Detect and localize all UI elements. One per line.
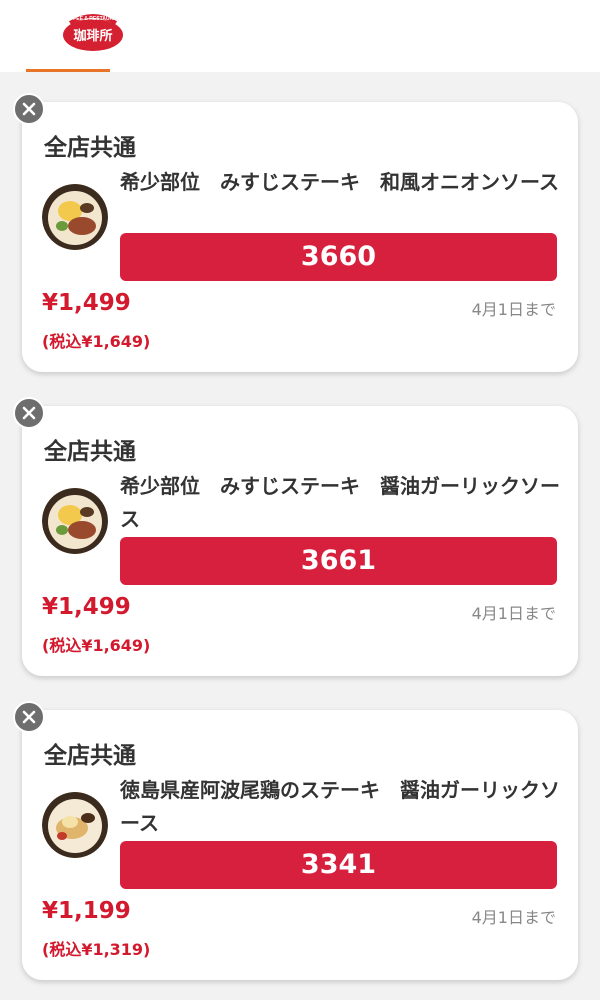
top-header: COFFEE & RESTAURANT 珈琲所 [0,0,600,72]
coupon-scope: 全店共通 [44,439,136,465]
coupon-title: 徳島県産阿波尾鶏のステーキ 醤油ガーリックソース [120,778,560,835]
coupon-price-tax-included: (税込¥1,319) [42,940,151,959]
svg-text:COFFEE & RESTAURANT: COFFEE & RESTAURANT [63,16,124,22]
coupon-title: 希少部位 みすじステーキ 醤油ガーリックソース [120,474,560,531]
coupon-expiry: 4月1日まで [471,604,556,623]
steak-dish-icon [42,488,108,554]
coupon-title: 希少部位 みすじステーキ 和風オニオンソース [120,170,559,194]
coupon-card[interactable]: 全店共通 徳島県産阿波尾鶏のステーキ 醤油ガーリックソース 3341 ¥1,19… [13,701,578,980]
svg-text:珈琲所: 珈琲所 [73,28,112,44]
close-icon[interactable] [13,701,45,733]
restaurant-logo: COFFEE & RESTAURANT 珈琲所 [63,14,124,51]
steak-dish-icon [42,184,108,250]
tab-restaurant-logo[interactable]: COFFEE & RESTAURANT 珈琲所 [26,0,123,72]
close-icon[interactable] [13,93,45,125]
coupon-code: 3660 [120,233,557,281]
coupon-card[interactable]: 全店共通 希少部位 みすじステーキ 醤油ガーリックソース 3661 ¥1,499… [13,397,578,676]
chicken-steak-dish-icon [42,792,108,858]
coupon-scope: 全店共通 [44,743,136,769]
coupon-expiry: 4月1日まで [471,300,556,319]
coupon-price-tax-included: (税込¥1,649) [42,332,151,351]
coupon-price: ¥1,499 [42,594,131,620]
close-icon[interactable] [13,397,45,429]
coupon-expiry: 4月1日まで [471,908,556,927]
coupon-code: 3341 [120,841,557,889]
coupon-price: ¥1,499 [42,290,131,316]
active-tab-indicator [26,69,110,72]
coupon-price: ¥1,199 [42,898,131,924]
coupon-card[interactable]: 全店共通 希少部位 みすじステーキ 和風オニオンソース 3660 ¥1,499 … [13,93,578,372]
coupon-price-tax-included: (税込¥1,649) [42,636,151,655]
coupon-code: 3661 [120,537,557,585]
coupon-scope: 全店共通 [44,135,136,161]
